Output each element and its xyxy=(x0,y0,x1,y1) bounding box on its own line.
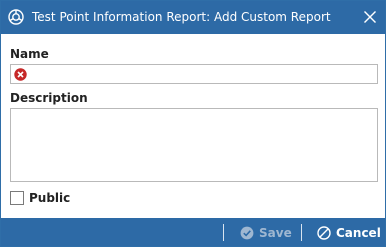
check-circle-icon xyxy=(240,226,254,240)
public-checkbox[interactable] xyxy=(10,191,24,205)
close-button[interactable] xyxy=(360,7,380,27)
save-label: Save xyxy=(259,226,292,240)
name-label: Name xyxy=(10,47,49,61)
error-icon xyxy=(14,68,27,81)
close-icon xyxy=(364,11,376,23)
name-field[interactable] xyxy=(10,64,378,84)
footer-bar: Save Cancel xyxy=(1,218,385,246)
description-label: Description xyxy=(10,91,88,105)
save-button[interactable]: Save xyxy=(240,223,292,243)
divider xyxy=(301,224,302,241)
cancel-button[interactable]: Cancel xyxy=(317,223,381,243)
public-label: Public xyxy=(29,191,71,205)
app-logo-icon xyxy=(8,9,24,25)
name-input[interactable] xyxy=(31,66,375,82)
divider xyxy=(223,224,224,241)
cancel-icon xyxy=(317,226,331,240)
cancel-label: Cancel xyxy=(336,226,381,240)
window-title: Test Point Information Report: Add Custo… xyxy=(32,10,331,24)
title-bar: Test Point Information Report: Add Custo… xyxy=(1,1,385,34)
description-field[interactable] xyxy=(10,108,378,182)
add-custom-report-dialog: Test Point Information Report: Add Custo… xyxy=(0,0,386,247)
